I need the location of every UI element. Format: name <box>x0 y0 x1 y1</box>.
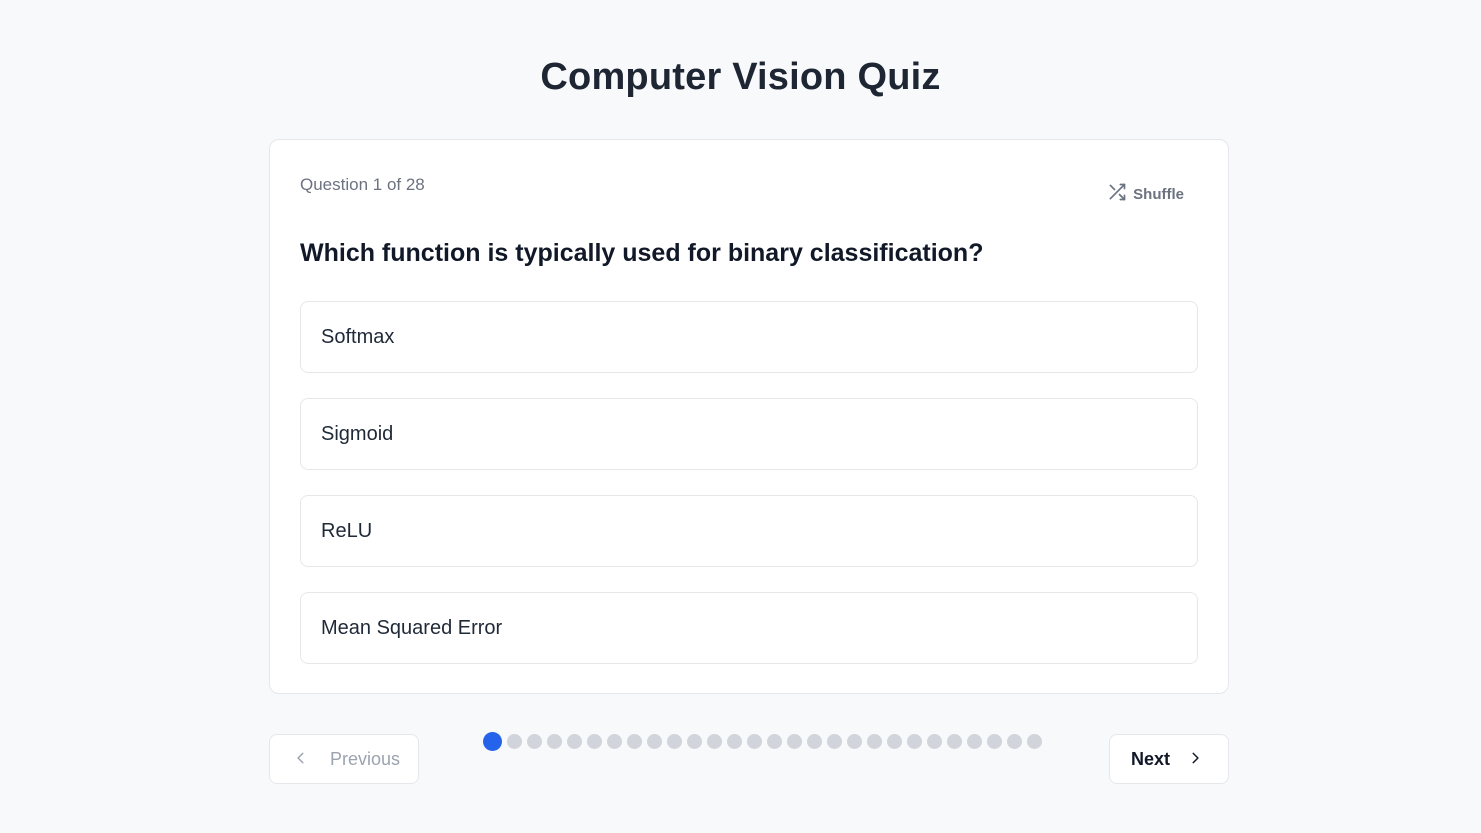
shuffle-icon <box>1107 182 1127 206</box>
question-dot[interactable] <box>1027 734 1042 749</box>
answer-option[interactable]: ReLU <box>300 495 1198 567</box>
question-dot[interactable] <box>807 734 822 749</box>
question-dot[interactable] <box>607 734 622 749</box>
question-dot[interactable] <box>527 734 542 749</box>
question-dot[interactable] <box>547 734 562 749</box>
next-button[interactable]: Next <box>1109 734 1229 784</box>
question-dot[interactable] <box>767 734 782 749</box>
answer-option[interactable]: Softmax <box>300 301 1198 373</box>
question-dot[interactable] <box>827 734 842 749</box>
question-dot[interactable] <box>483 732 502 751</box>
next-label: Next <box>1131 748 1171 769</box>
question-dot[interactable] <box>507 734 522 749</box>
answer-option[interactable]: Sigmoid <box>300 398 1198 470</box>
question-dot[interactable] <box>647 734 662 749</box>
chevron-right-icon <box>1188 749 1202 770</box>
question-dot[interactable] <box>667 734 682 749</box>
previous-label: Previous <box>330 748 401 769</box>
shuffle-button[interactable]: Shuffle <box>1107 182 1184 206</box>
answer-option[interactable]: Mean Squared Error <box>300 592 1198 664</box>
answer-option-label: Softmax <box>321 325 395 348</box>
question-dot[interactable] <box>947 734 962 749</box>
question-dot[interactable] <box>627 734 642 749</box>
question-dot[interactable] <box>747 734 762 749</box>
question-dot[interactable] <box>927 734 942 749</box>
shuffle-label: Shuffle <box>1133 185 1184 203</box>
answer-option-label: Mean Squared Error <box>321 616 503 639</box>
question-dot[interactable] <box>587 734 602 749</box>
question-dots <box>483 732 1042 751</box>
question-dot[interactable] <box>567 734 582 749</box>
chevron-left-icon <box>294 749 308 770</box>
question-card: Question 1 of 28 Shuffle Which function … <box>269 139 1229 694</box>
question-dot[interactable] <box>1007 734 1022 749</box>
previous-button[interactable]: Previous <box>269 734 419 784</box>
question-dot[interactable] <box>967 734 982 749</box>
question-text: Which function is typically used for bin… <box>300 239 984 267</box>
question-dot[interactable] <box>687 734 702 749</box>
question-counter: Question 1 of 28 <box>300 175 425 194</box>
question-dot[interactable] <box>707 734 722 749</box>
question-dot[interactable] <box>887 734 902 749</box>
question-dot[interactable] <box>867 734 882 749</box>
question-dot[interactable] <box>907 734 922 749</box>
answer-option-label: Sigmoid <box>321 422 394 445</box>
question-dot[interactable] <box>847 734 862 749</box>
question-dot[interactable] <box>987 734 1002 749</box>
question-dot[interactable] <box>727 734 742 749</box>
question-dot[interactable] <box>787 734 802 749</box>
answer-option-label: ReLU <box>321 519 373 542</box>
page-title: Computer Vision Quiz <box>540 56 941 98</box>
